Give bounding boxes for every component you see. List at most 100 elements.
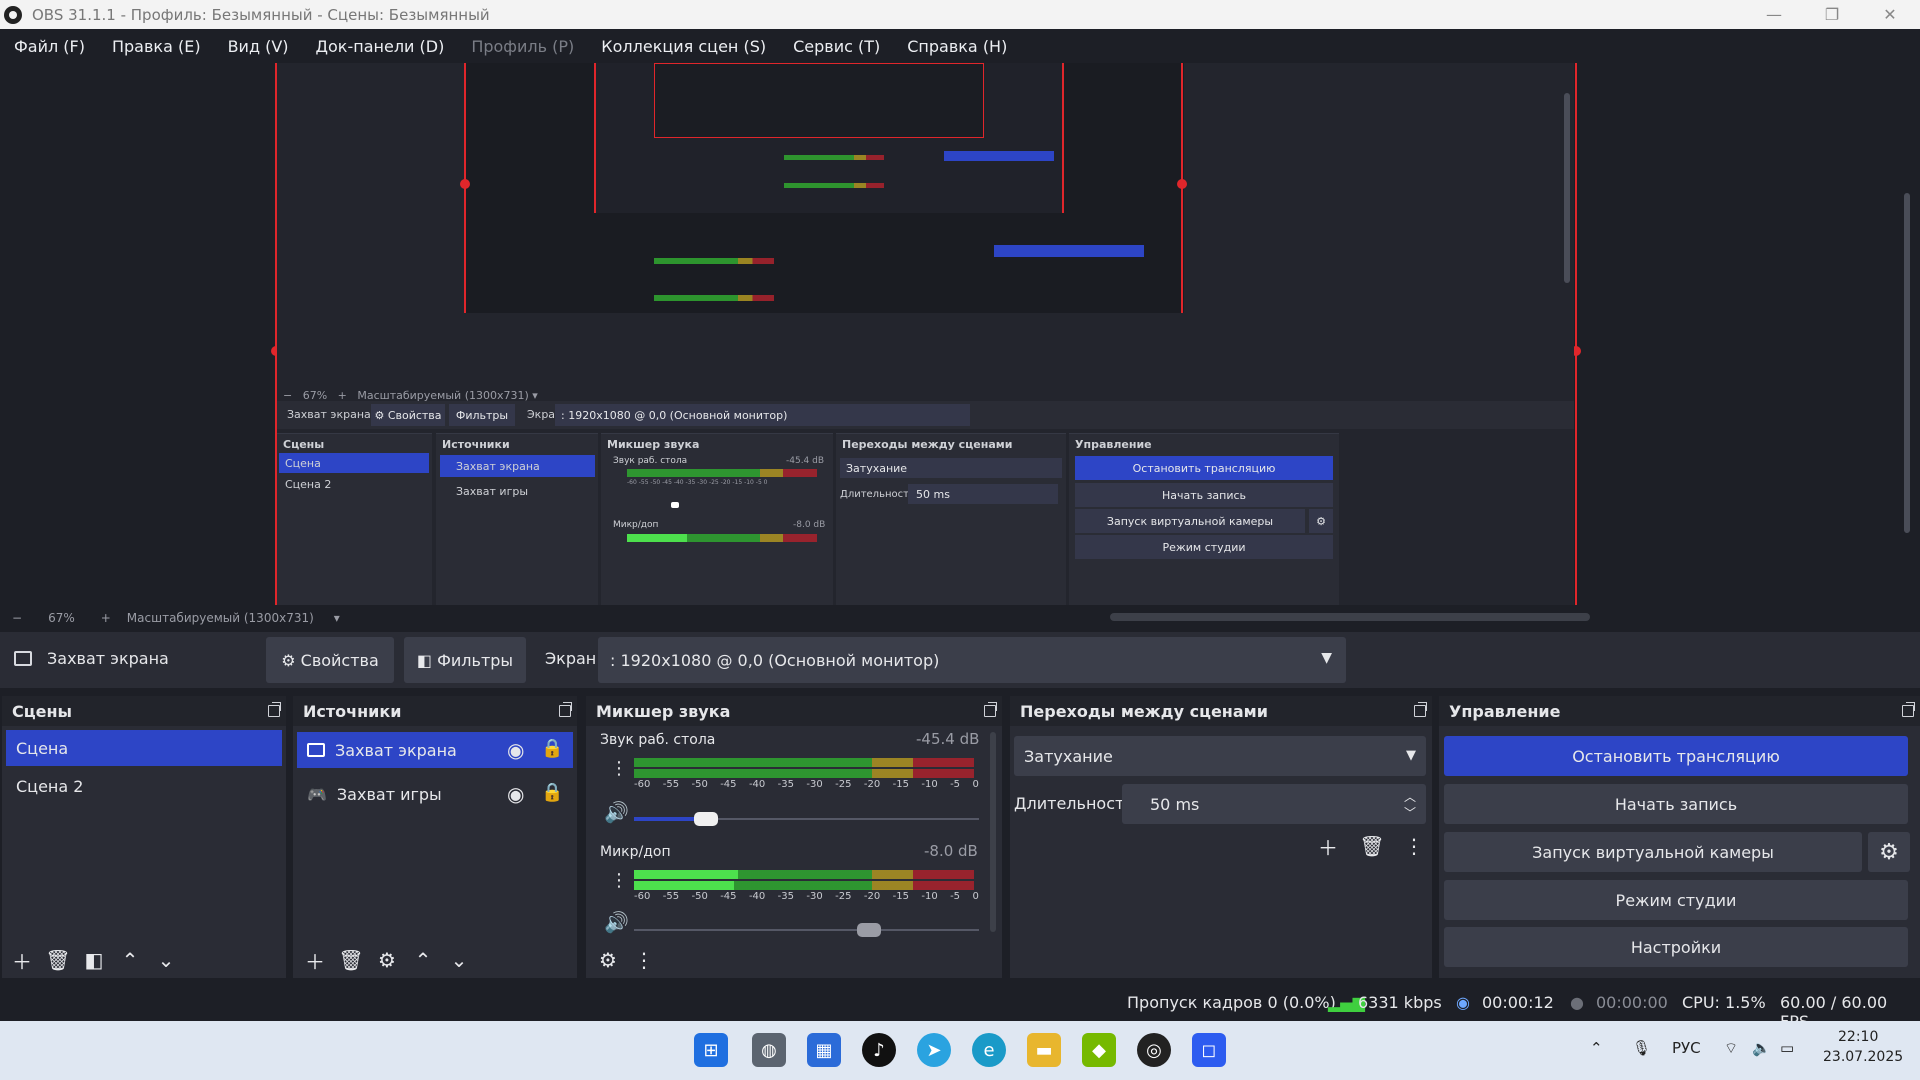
arrow-up-icon[interactable]: ⌃ (112, 942, 148, 978)
store-icon[interactable]: ▦ (807, 1033, 841, 1067)
start-recording-button[interactable]: Начать запись (1444, 784, 1908, 824)
transitions-header: Переходы между сценами (1010, 696, 1432, 726)
menu-tools[interactable]: Сервис (T) (793, 37, 880, 56)
screen-select[interactable]: : 1920x1080 @ 0,0 (Основной монитор) ▼ (598, 637, 1346, 683)
microphone-icon[interactable]: 🎙 (1632, 1039, 1651, 1057)
scene-item[interactable]: Сцена 2 (6, 768, 282, 804)
chevron-up-icon[interactable]: ⌃ (1590, 1039, 1603, 1057)
scale-mode[interactable]: Масштабируемый (1300x731) (127, 611, 314, 625)
gear-icon[interactable]: ⚙ (1868, 832, 1910, 872)
minimize-button[interactable]: — (1745, 0, 1803, 29)
studio-mode-button[interactable]: Режим студии (1444, 880, 1908, 920)
menu-docks[interactable]: Док-панели (D) (316, 37, 445, 56)
virtual-camera-button[interactable]: Запуск виртуальной камеры (1444, 832, 1862, 872)
duration-input[interactable]: 50 ms ︿ ﹀ (1122, 784, 1426, 824)
clock-time[interactable]: 22:10 (1838, 1029, 1878, 1045)
chevron-down-icon[interactable]: ▾ (334, 611, 340, 625)
speaker-icon[interactable]: 🔊 (604, 910, 629, 934)
volume-knob[interactable] (856, 923, 881, 937)
telegram-icon[interactable]: ➤ (917, 1033, 951, 1067)
zoom-out-button[interactable]: − (12, 611, 22, 625)
transition-select[interactable]: Затухание ▼ (1014, 736, 1426, 776)
nvidia-icon[interactable]: ◆ (1082, 1033, 1116, 1067)
volume-icon[interactable]: 🔈 (1752, 1039, 1771, 1057)
tiktok-icon[interactable]: ♪ (862, 1033, 896, 1067)
cpu-usage: CPU: 1.5% (1682, 993, 1766, 1012)
arrow-down-icon[interactable]: ⌄ (148, 942, 184, 978)
app-icon[interactable]: ◍ (752, 1033, 786, 1067)
source-item[interactable]: Захват экрана ◉ 🔒 (297, 732, 573, 768)
kebab-icon[interactable]: ⋮ (610, 870, 628, 891)
record-icon: ● (1570, 993, 1584, 1012)
scene-item[interactable]: Сцена (6, 730, 282, 766)
scene-filters-icon[interactable]: ◧ (76, 942, 112, 978)
undock-icon[interactable] (559, 702, 572, 717)
nested-preview-level2 (460, 63, 1187, 313)
properties-button[interactable]: ⚙ Свойства (266, 637, 394, 683)
preview-vscroll[interactable] (1904, 193, 1910, 533)
undock-icon[interactable] (268, 702, 281, 717)
stop-streaming-button[interactable]: Остановить трансляцию (1444, 736, 1908, 776)
gear-icon[interactable]: ⚙ (369, 942, 405, 978)
add-transition-icon[interactable]: ＋ (1310, 828, 1346, 864)
restore-button[interactable]: ❐ (1803, 0, 1861, 29)
menu-bar: Файл (F) Правка (E) Вид (V) Док-панели (… (0, 29, 1920, 63)
clock-date[interactable]: 23.07.2025 (1823, 1049, 1903, 1065)
obs-taskbar-icon[interactable]: ◎ (1137, 1033, 1171, 1067)
volume-knob[interactable] (694, 812, 719, 826)
app-icon[interactable]: ◻ (1192, 1033, 1226, 1067)
preview-hscroll[interactable] (1110, 613, 1590, 621)
trash-icon[interactable]: 🗑 (1354, 828, 1390, 864)
trash-icon[interactable]: 🗑 (333, 942, 369, 978)
zoom-in-button[interactable]: + (101, 611, 111, 625)
chevron-down-icon: ▼ (1406, 748, 1416, 763)
arrow-down-icon[interactable]: ⌄ (441, 942, 477, 978)
eye-icon[interactable]: ◉ (507, 782, 524, 806)
scenes-dock: Сцены Сцена Сцена 2 ＋ 🗑 ◧ ⌃ ⌄ (2, 696, 286, 978)
menu-help[interactable]: Справка (H) (907, 37, 1007, 56)
trash-icon[interactable]: 🗑 (40, 942, 76, 978)
menu-scene-collection[interactable]: Коллекция сцен (S) (601, 37, 766, 56)
stream-time: 00:00:12 (1482, 993, 1554, 1012)
source-item[interactable]: 🎮 Захват игры ◉ 🔒 (297, 776, 573, 812)
language-indicator[interactable]: РУС (1672, 1039, 1701, 1057)
eye-icon[interactable]: ◉ (507, 738, 524, 762)
audio-meter (634, 758, 974, 767)
close-button[interactable]: ✕ (1861, 0, 1919, 29)
mixer-settings-icon[interactable]: ⚙ (590, 942, 626, 978)
lock-icon[interactable]: 🔒 (541, 782, 563, 803)
wifi-icon[interactable]: ⌔ (1724, 1039, 1738, 1058)
undock-icon[interactable] (1902, 702, 1915, 717)
spin-up-icon[interactable]: ︿ (1404, 788, 1416, 805)
add-source-icon[interactable]: ＋ (297, 942, 333, 978)
spin-down-icon[interactable]: ﹀ (1404, 804, 1416, 821)
monitor-icon (14, 651, 32, 666)
lock-icon[interactable]: 🔒 (541, 738, 563, 759)
title-bar: OBS 31.1.1 - Профиль: Безымянный - Сцены… (0, 0, 1920, 29)
source-name: Захват экрана (47, 649, 169, 668)
channel-name: Звук раб. стола (600, 732, 716, 748)
kebab-icon[interactable]: ⋮ (626, 942, 662, 978)
folder-icon[interactable]: ▬ (1027, 1033, 1061, 1067)
taskbar: ⊞ ◍ ▦ ♪ ➤ e ▬ ◆ ◎ ◻ ⌃ 🎙 РУС ⌔ 🔈 ▭ 22:10 … (0, 1021, 1920, 1080)
menu-file[interactable]: Файл (F) (14, 37, 85, 56)
menu-edit[interactable]: Правка (E) (112, 37, 201, 56)
windows-start-icon[interactable]: ⊞ (694, 1033, 728, 1067)
kebab-icon[interactable]: ⋮ (610, 758, 628, 779)
speaker-icon[interactable]: 🔊 (604, 800, 629, 824)
add-scene-icon[interactable]: ＋ (4, 942, 40, 978)
undock-icon[interactable] (1414, 702, 1427, 717)
menu-profile[interactable]: Профиль (P) (471, 37, 574, 56)
arrow-up-icon[interactable]: ⌃ (405, 942, 441, 978)
monitor-icon (307, 743, 325, 757)
kebab-icon[interactable]: ⋮ (1396, 828, 1432, 864)
edge-icon[interactable]: e (972, 1033, 1006, 1067)
filters-button[interactable]: ◧ Фильтры (404, 637, 526, 683)
settings-button[interactable]: Настройки (1444, 927, 1908, 967)
record-time: 00:00:00 (1596, 993, 1668, 1012)
volume-slider[interactable] (634, 929, 979, 931)
menu-view[interactable]: Вид (V) (228, 37, 289, 56)
preview-canvas[interactable]: − 67% + Масштабируемый (1300x731) ▾ Захв… (0, 63, 1920, 605)
undock-icon[interactable] (984, 702, 997, 717)
battery-icon[interactable]: ▭ (1780, 1039, 1794, 1057)
